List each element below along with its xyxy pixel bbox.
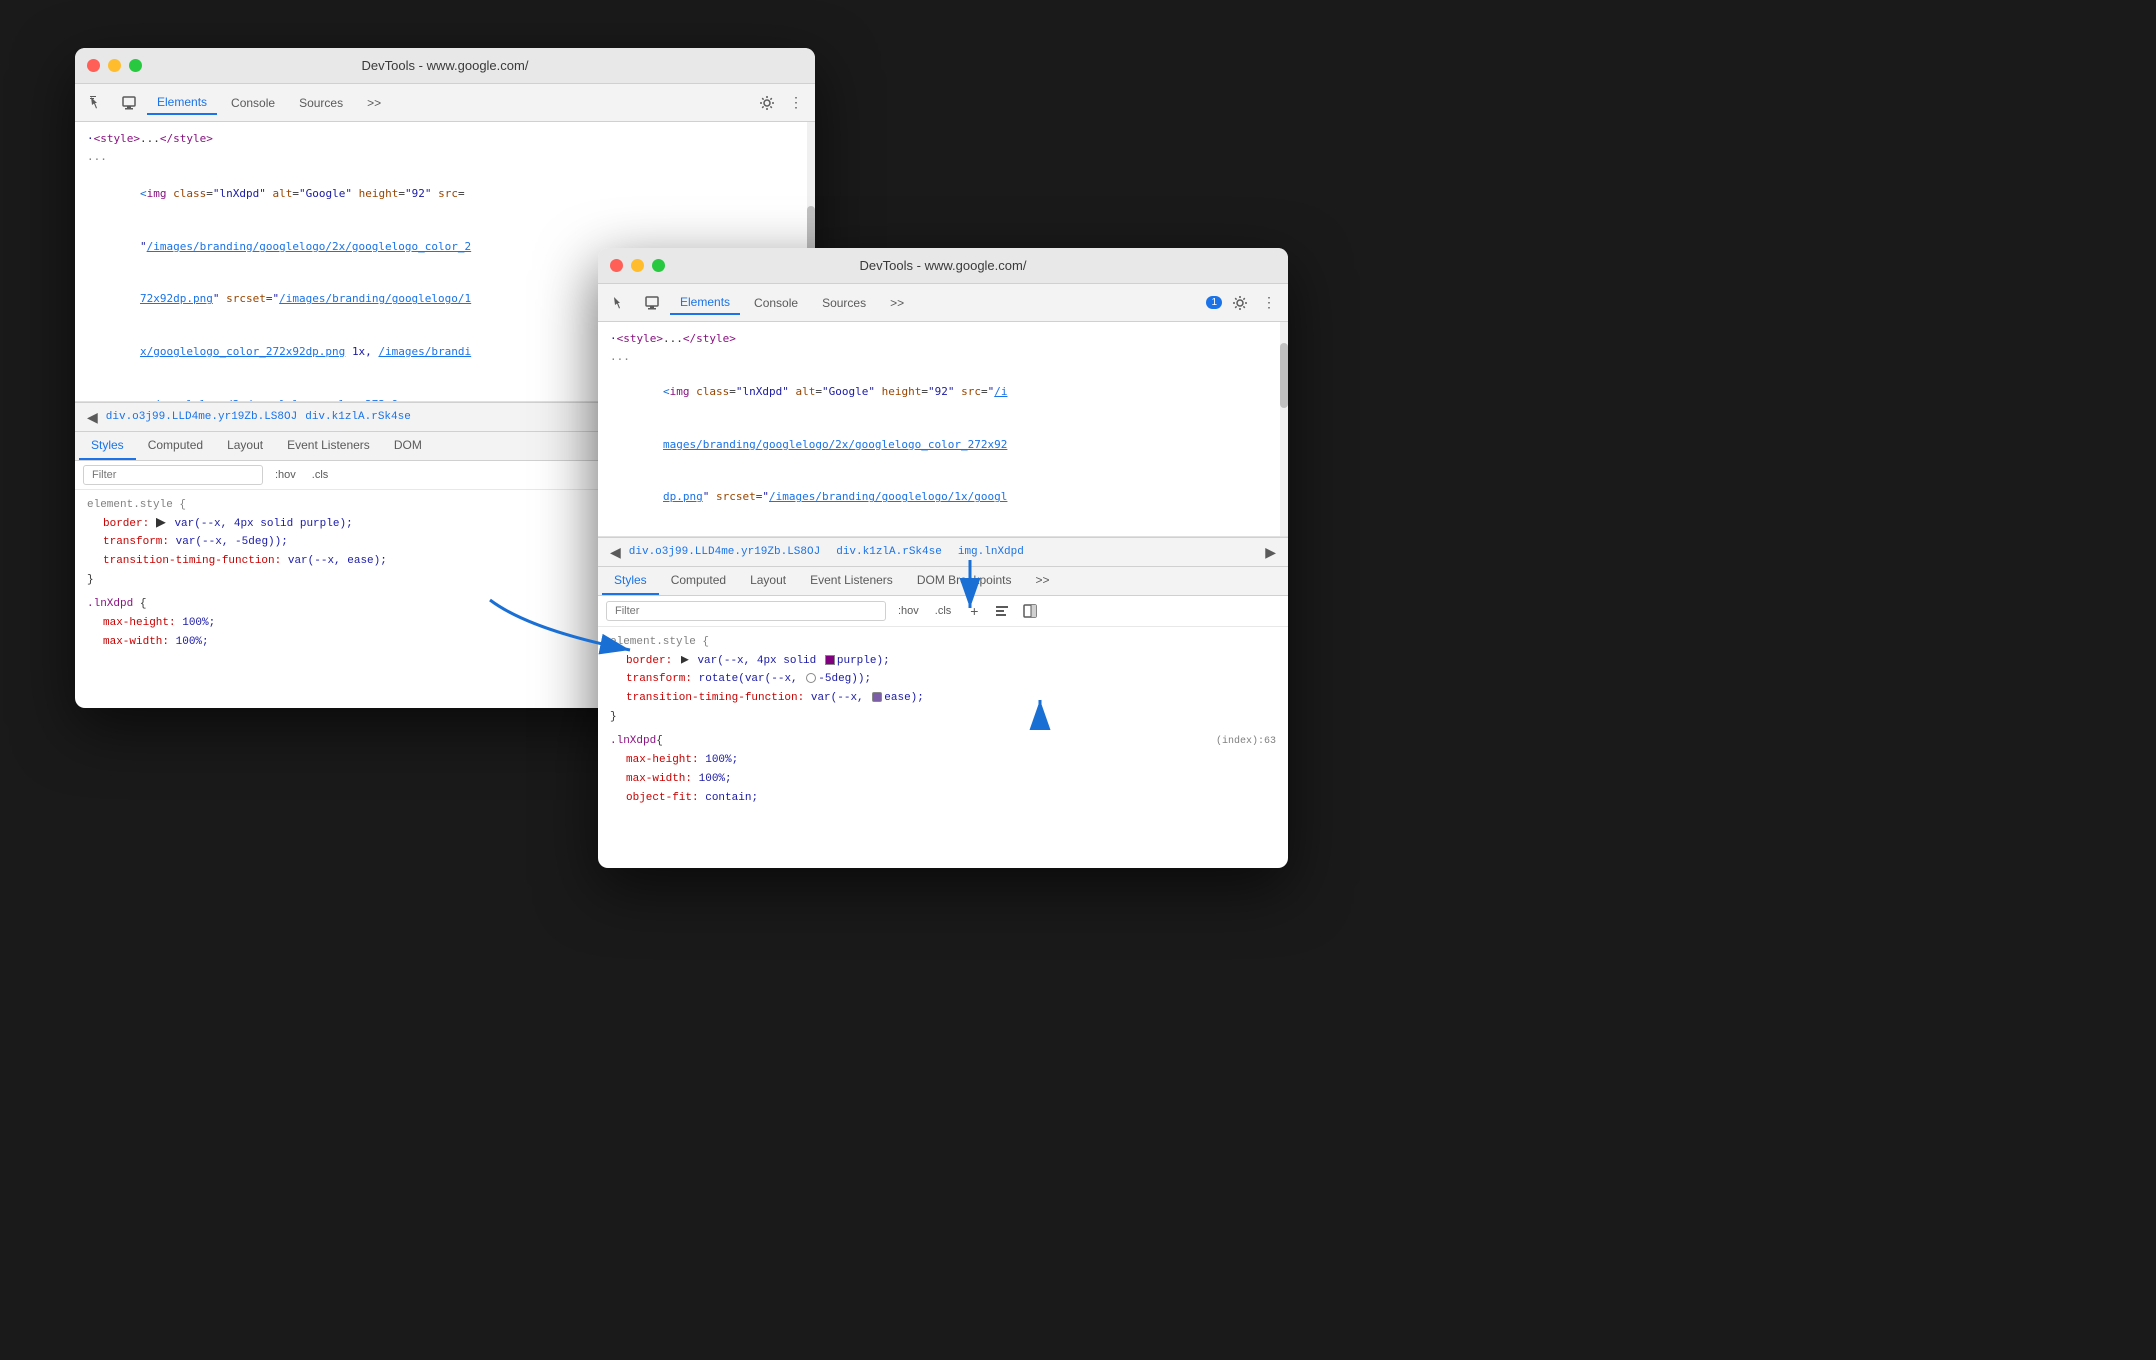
- css-rule-maxheight-2: max-height: 100%;: [610, 751, 1276, 770]
- window-controls-2: [610, 259, 665, 272]
- close-button-2[interactable]: [610, 259, 623, 272]
- css-rule-maxwidth-2: max-width: 100%;: [610, 770, 1276, 789]
- tab-sources-2[interactable]: Sources: [812, 292, 876, 314]
- filter-input-1[interactable]: [83, 465, 263, 485]
- css-content-2: element.style { border: var(--x, 4px sol…: [598, 627, 1288, 813]
- titlebar-1: DevTools - www.google.com/: [75, 48, 815, 84]
- tab-sources-1[interactable]: Sources: [289, 92, 353, 114]
- window-title-1: DevTools - www.google.com/: [362, 58, 529, 73]
- breadcrumb-back-2[interactable]: ◀: [606, 542, 625, 563]
- css-rule-transition-2: transition-timing-function: var(--x, eas…: [610, 689, 1276, 708]
- css-selector-elem-2: element.style {: [610, 633, 1276, 652]
- toolbar-right-1: ⋮: [753, 89, 807, 117]
- html-line-1: ·<style>...</style>: [87, 130, 803, 148]
- titlebar-2: DevTools - www.google.com/: [598, 248, 1288, 284]
- styles-tab-more-2[interactable]: >>: [1024, 567, 1062, 595]
- tab-elements-2[interactable]: Elements: [670, 291, 740, 315]
- toolbar-2: Elements Console Sources >> 1 ⋮: [598, 284, 1288, 322]
- tab-console-1[interactable]: Console: [221, 92, 285, 114]
- breadcrumb-item-2-1[interactable]: div.o3j99.LLD4me.yr19Zb.LS8OJ: [629, 546, 820, 558]
- css-close-elem-2: }: [610, 708, 1276, 727]
- tab-elements-1[interactable]: Elements: [147, 91, 217, 115]
- cls-button-1[interactable]: .cls: [308, 467, 333, 483]
- window-controls-1: [87, 59, 142, 72]
- settings-icon-1[interactable]: [753, 89, 781, 117]
- notification-badge: 1: [1206, 296, 1222, 309]
- cursor-icon-2[interactable]: [606, 289, 634, 317]
- css-selector-lnxdpd-2: .lnXdpd { (index):63: [610, 732, 1276, 751]
- tab-more-1[interactable]: >>: [357, 92, 391, 114]
- window-title-2: DevTools - www.google.com/: [860, 258, 1027, 273]
- tab-more-2[interactable]: >>: [880, 292, 914, 314]
- hov-button-1[interactable]: :hov: [271, 467, 300, 483]
- scrollbar-2[interactable]: [1280, 322, 1288, 536]
- w2-html-line-2: <img class="lnXdpd" alt="Google" height=…: [610, 365, 1276, 418]
- maximize-button-1[interactable]: [129, 59, 142, 72]
- minimize-button-1[interactable]: [108, 59, 121, 72]
- new-style-rule-btn[interactable]: [991, 600, 1013, 622]
- html-line-2: <img class="lnXdpd" alt="Google" height=…: [87, 167, 803, 220]
- breadcrumb-item-2-2[interactable]: div.k1zlA.rSk4se: [836, 546, 942, 558]
- inspect-icon-2[interactable]: [638, 289, 666, 317]
- html-area-2: ·<style>...</style> ... <img class="lnXd…: [598, 322, 1288, 537]
- settings-icon-2[interactable]: [1226, 289, 1254, 317]
- maximize-button-2[interactable]: [652, 259, 665, 272]
- styles-tab-computed-2[interactable]: Computed: [659, 567, 738, 595]
- minimize-button-2[interactable]: [631, 259, 644, 272]
- breadcrumb-back-1[interactable]: ◀: [83, 407, 102, 428]
- w2-html-line-5: elogo_color_272x92dp.png 1x, /images/bra…: [610, 524, 1276, 537]
- circle-swatch[interactable]: [806, 673, 816, 683]
- devtools-window-2: DevTools - www.google.com/ Elements Cons…: [598, 248, 1288, 868]
- tab-console-2[interactable]: Console: [744, 292, 808, 314]
- toolbar-right-2: 1 ⋮: [1204, 289, 1280, 317]
- styles-tabs-2: Styles Computed Layout Event Listeners D…: [598, 567, 1288, 596]
- inspect-icon-1[interactable]: [115, 89, 143, 117]
- breadcrumb-2: ◀ div.o3j99.LLD4me.yr19Zb.LS8OJ div.k1zl…: [598, 537, 1288, 567]
- add-style-btn[interactable]: +: [963, 600, 985, 622]
- toolbar-1: Elements Console Sources >> ⋮: [75, 84, 815, 122]
- color-swatch-purple[interactable]: [825, 655, 835, 665]
- styles-tab-styles-2[interactable]: Styles: [602, 567, 659, 595]
- breadcrumb-item-2[interactable]: div.k1zlA.rSk4se: [305, 411, 411, 423]
- styles-tab-eventlisteners-1[interactable]: Event Listeners: [275, 432, 382, 460]
- filter-icons-2: +: [963, 600, 1041, 622]
- breadcrumb-forward-2[interactable]: ▶: [1261, 542, 1280, 563]
- filter-bar-2: :hov .cls +: [598, 596, 1288, 627]
- cursor-icon-1[interactable]: [83, 89, 111, 117]
- cls-button-2[interactable]: .cls: [931, 603, 956, 619]
- filter-input-2[interactable]: [606, 601, 886, 621]
- checkbox-swatch[interactable]: [872, 692, 882, 702]
- styles-tab-dom-1[interactable]: DOM: [382, 432, 434, 460]
- styles-tab-eventlisteners-2[interactable]: Event Listeners: [798, 567, 905, 595]
- w2-html-line-4: dp.png" srcset="/images/branding/googlel…: [610, 471, 1276, 524]
- hov-button-2[interactable]: :hov: [894, 603, 923, 619]
- close-button-1[interactable]: [87, 59, 100, 72]
- notif-area: 1: [1204, 296, 1222, 309]
- css-rule-transform-2: transform: rotate(var(--x, -5deg));: [610, 670, 1276, 689]
- styles-tab-computed-1[interactable]: Computed: [136, 432, 215, 460]
- css-rule-objectfit-2: object-fit: contain;: [610, 789, 1276, 808]
- w2-html-line-3: mages/branding/googlelogo/2x/googlelogo_…: [610, 418, 1276, 471]
- styles-tab-dombreakpoints-2[interactable]: DOM Breakpoints: [905, 567, 1024, 595]
- styles-tab-layout-1[interactable]: Layout: [215, 432, 275, 460]
- css-rule-border-2: border: var(--x, 4px solid purple);: [610, 652, 1276, 671]
- breadcrumb-item-1[interactable]: div.o3j99.LLD4me.yr19Zb.LS8OJ: [106, 411, 297, 423]
- styles-tab-layout-2[interactable]: Layout: [738, 567, 798, 595]
- more-menu-2[interactable]: ⋮: [1258, 294, 1280, 311]
- breadcrumb-item-2-3[interactable]: img.lnXdpd: [958, 546, 1024, 558]
- toggle-sidebar-btn[interactable]: [1019, 600, 1041, 622]
- styles-tab-styles-1[interactable]: Styles: [79, 432, 136, 460]
- more-menu-1[interactable]: ⋮: [785, 94, 807, 111]
